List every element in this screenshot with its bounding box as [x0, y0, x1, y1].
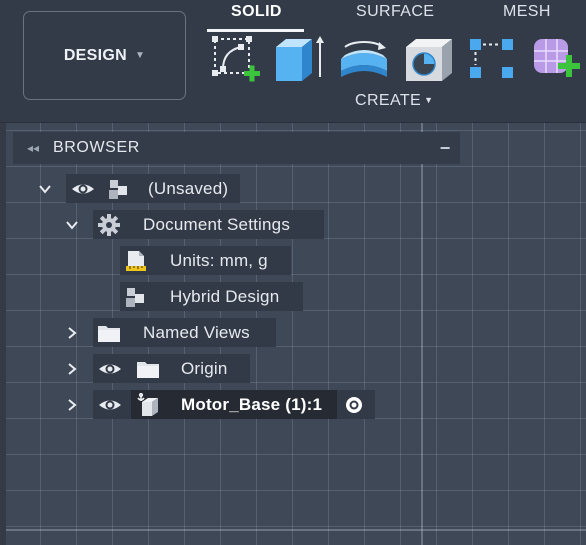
workspace-switcher-button[interactable]: DESIGN ▼	[23, 11, 186, 100]
tab-surface[interactable]: SURFACE	[356, 3, 434, 21]
tree-node-label: Units: mm, g	[170, 250, 268, 270]
eye-icon[interactable]	[70, 176, 96, 202]
collapse-panel-icon[interactable]: ◂◂	[13, 141, 53, 155]
tree-node-label: Motor_Base (1):1	[181, 394, 323, 414]
create-form-button[interactable]	[530, 33, 584, 85]
expand-toggle-document-settings[interactable]	[63, 216, 81, 234]
tab-solid[interactable]: SOLID	[231, 3, 282, 21]
tree-node-label: Document Settings	[143, 214, 291, 234]
hole-button[interactable]	[402, 33, 456, 85]
caret-down-icon: ▼	[424, 95, 434, 105]
chevron-down-icon	[39, 185, 51, 194]
assembly-document-icon	[106, 176, 132, 202]
create-form-icon	[534, 39, 580, 77]
active-tab-indicator	[207, 29, 304, 32]
create-group-label: CREATE	[355, 92, 422, 109]
tree-node-root[interactable]: (Unsaved)	[66, 174, 240, 203]
revolve-icon	[341, 41, 387, 77]
folder-icon	[96, 320, 122, 346]
toolbar: DESIGN ▼ SOLID SURFACE MESH CREATE ▼	[0, 0, 586, 123]
tree-node-component[interactable]: Motor_Base (1):1	[93, 390, 375, 419]
create-sketch-icon	[212, 36, 260, 82]
tree-node-units[interactable]: Units: mm, g	[120, 246, 291, 275]
tree-node-label: Origin	[181, 358, 228, 378]
workspace-label: DESIGN	[63, 46, 127, 64]
extrude-button[interactable]	[272, 33, 326, 85]
folder-icon	[135, 356, 161, 382]
chevron-right-icon	[68, 363, 77, 375]
tab-mesh[interactable]: MESH	[503, 3, 551, 21]
hole-icon	[406, 39, 452, 81]
viewport-edge	[0, 123, 6, 545]
chevron-right-icon	[68, 327, 77, 339]
tree-node-document-settings[interactable]: Document Settings	[93, 210, 324, 239]
document-units-icon	[123, 248, 149, 274]
expand-toggle-root[interactable]	[36, 180, 54, 198]
grid-axis-line	[0, 529, 586, 531]
radio-active-icon	[346, 397, 362, 413]
expand-toggle-origin[interactable]	[63, 360, 81, 378]
tree-node-label: Hybrid Design	[170, 286, 280, 306]
expand-toggle-component[interactable]	[63, 396, 81, 414]
tree-node-named-views[interactable]: Named Views	[93, 318, 276, 347]
tree-node-label: (Unsaved)	[148, 178, 229, 198]
anchored-component-icon	[135, 392, 161, 418]
tree-node-origin[interactable]: Origin	[93, 354, 250, 383]
caret-down-icon: ▼	[134, 50, 146, 61]
minimize-icon[interactable]: −	[430, 138, 460, 159]
activate-component-radio[interactable]	[344, 395, 364, 415]
revolve-button[interactable]	[337, 33, 391, 85]
rectangular-pattern-button[interactable]	[466, 33, 520, 85]
browser-title: BROWSER	[53, 139, 140, 156]
hybrid-design-icon	[123, 284, 149, 310]
eye-icon[interactable]	[97, 356, 123, 382]
gear-icon	[96, 212, 122, 238]
eye-icon[interactable]	[97, 392, 123, 418]
tree-node-label: Named Views	[143, 322, 250, 342]
browser-header: ◂◂ BROWSER −	[13, 132, 460, 164]
extrude-icon	[276, 36, 324, 81]
expand-toggle-named-views[interactable]	[63, 324, 81, 342]
tree-node-design-type[interactable]: Hybrid Design	[120, 282, 303, 311]
chevron-down-icon	[66, 221, 78, 230]
create-sketch-button[interactable]	[209, 33, 263, 85]
create-group-dropdown[interactable]: CREATE ▼	[355, 92, 433, 110]
active-component-highlight: Motor_Base (1):1	[131, 390, 337, 419]
grid-axis-line	[421, 123, 423, 545]
pattern-icon	[470, 39, 513, 78]
chevron-right-icon	[68, 399, 77, 411]
